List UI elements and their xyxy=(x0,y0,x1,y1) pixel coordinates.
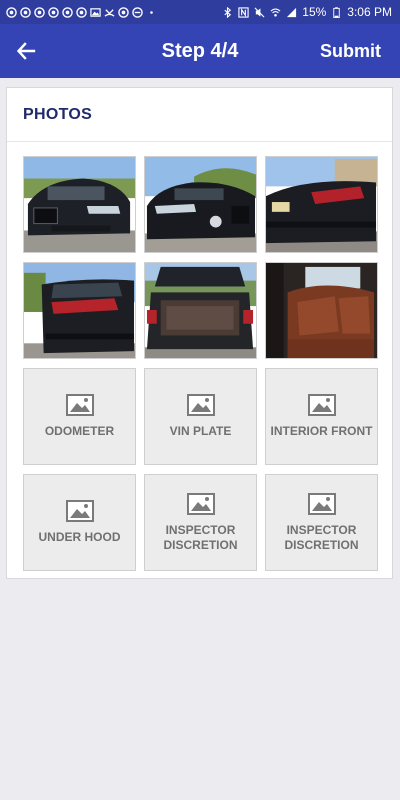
rear-seats-photo xyxy=(266,263,377,358)
do-not-disturb-icon xyxy=(132,6,143,18)
notification-icon xyxy=(118,6,129,18)
mute-icon xyxy=(254,7,265,18)
image-notification-icon xyxy=(90,7,101,18)
image-placeholder-icon xyxy=(65,500,94,522)
slot-label: ODOMETER xyxy=(44,424,115,438)
slot-label: VIN PLATE xyxy=(169,424,232,438)
arrow-left-icon xyxy=(16,42,36,60)
more-dots-icon xyxy=(146,7,157,18)
back-button[interactable] xyxy=(0,24,52,78)
system-status: 15% 3:06 PM xyxy=(222,5,392,19)
slot-label: INTERIOR FRONT xyxy=(270,424,373,438)
image-placeholder-icon xyxy=(307,492,336,515)
battery-icon xyxy=(331,6,342,18)
car-front-left-photo xyxy=(145,157,256,252)
status-time: 3:06 PM xyxy=(347,5,392,19)
notification-icon xyxy=(48,6,59,18)
wifi-icon xyxy=(270,7,281,18)
battery-percent: 15% xyxy=(302,5,327,19)
vin-plate-photo-slot[interactable]: VIN PLATE xyxy=(144,368,257,465)
photo-tile[interactable] xyxy=(265,156,378,253)
notification-icon xyxy=(76,6,87,18)
image-placeholder-icon xyxy=(65,394,94,416)
photo-grid: ODOMETER VIN PLATE INTERIOR FRONT UNDER … xyxy=(23,156,378,571)
inspector-discretion-photo-slot[interactable]: INSPECTOR DISCRETION xyxy=(265,474,378,571)
signal-icon xyxy=(286,7,297,18)
slot-label: UNDER HOOD xyxy=(38,530,121,544)
car-rear-right-photo xyxy=(266,157,377,252)
photo-tile[interactable] xyxy=(265,262,378,359)
slot-label: INSPECTOR DISCRETION xyxy=(284,522,359,552)
photo-tile[interactable] xyxy=(23,262,136,359)
submit-button[interactable]: Submit xyxy=(320,41,381,62)
notification-icon xyxy=(34,6,45,18)
car-rear-left-photo xyxy=(24,263,135,358)
status-bar: 15% 3:06 PM xyxy=(0,0,400,24)
image-placeholder-icon xyxy=(307,394,336,416)
content-area: PHOTOS ODOMETER VIN PLATE INTERIOR FRONT… xyxy=(0,78,400,800)
slot-label: INSPECTOR DISCRETION xyxy=(163,522,238,552)
nfc-icon xyxy=(238,6,249,18)
inspector-discretion-photo-slot[interactable]: INSPECTOR DISCRETION xyxy=(144,474,257,571)
notification-icon xyxy=(62,6,73,18)
image-placeholder-icon xyxy=(186,492,215,515)
app-bar: Step 4/4 Submit xyxy=(0,24,400,78)
missed-call-icon xyxy=(104,7,115,18)
photos-card: PHOTOS ODOMETER VIN PLATE INTERIOR FRONT… xyxy=(6,87,393,579)
bluetooth-icon xyxy=(222,6,233,18)
photo-tile[interactable] xyxy=(23,156,136,253)
car-front-photo xyxy=(24,157,135,252)
odometer-photo-slot[interactable]: ODOMETER xyxy=(23,368,136,465)
notification-icons xyxy=(6,6,157,18)
open-trunk-photo xyxy=(145,263,256,358)
notification-icon xyxy=(6,6,17,18)
photo-tile[interactable] xyxy=(144,262,257,359)
photos-section-title: PHOTOS xyxy=(7,88,392,142)
notification-icon xyxy=(20,6,31,18)
photo-tile[interactable] xyxy=(144,156,257,253)
image-placeholder-icon xyxy=(186,394,215,416)
interior-front-photo-slot[interactable]: INTERIOR FRONT xyxy=(265,368,378,465)
under-hood-photo-slot[interactable]: UNDER HOOD xyxy=(23,474,136,571)
